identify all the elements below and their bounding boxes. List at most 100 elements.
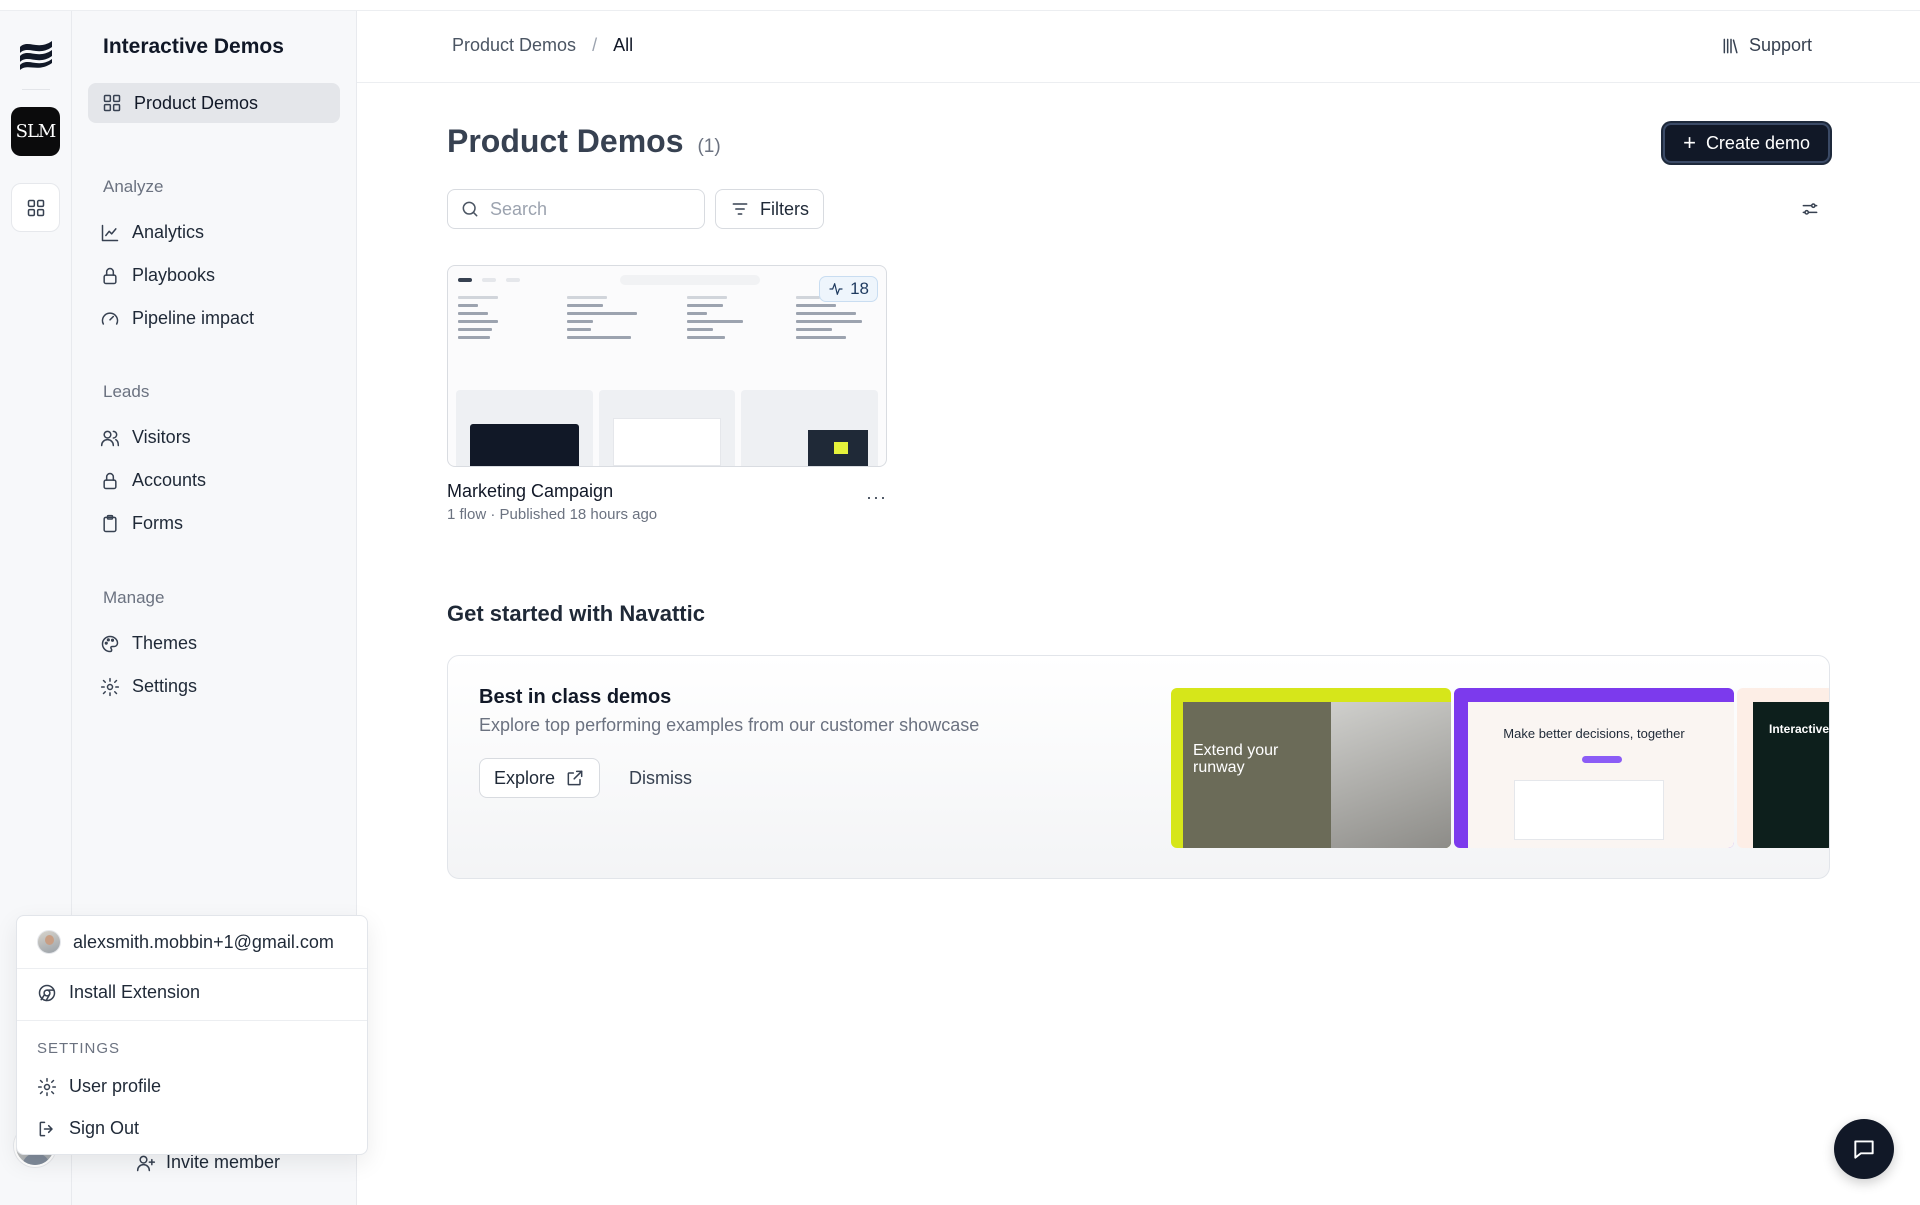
sidebar-item-playbooks[interactable]: Playbooks <box>100 265 215 286</box>
grid-icon <box>102 93 122 113</box>
sidebar-section-analyze: Analyze <box>103 177 164 196</box>
page-title: Product Demos (1) <box>447 123 721 160</box>
sign-out-label: Sign Out <box>69 1118 140 1138</box>
invite-member-button[interactable]: Invite member <box>136 1152 280 1173</box>
search-input[interactable] <box>490 198 690 220</box>
gear-icon <box>37 1077 57 1097</box>
showcase-pill <box>1582 756 1622 763</box>
lock-icon <box>100 266 120 286</box>
showcase-item[interactable]: Make better decisions, together <box>1454 688 1734 848</box>
palette-icon <box>100 634 120 654</box>
demo-card[interactable]: 18 Marketing Campaign 1 flow · Published… <box>447 265 887 523</box>
sidebar-item-label: Accounts <box>132 470 207 490</box>
install-extension-item[interactable]: Install Extension <box>37 982 200 1003</box>
sidebar-item-accounts[interactable]: Accounts <box>100 470 206 491</box>
chat-button[interactable] <box>1834 1119 1894 1179</box>
sidebar-section-leads: Leads <box>103 382 150 401</box>
showcase-headline: Make better decisions, together <box>1503 726 1685 741</box>
view-settings-icon[interactable] <box>1800 199 1820 219</box>
user-plus-icon <box>136 1153 156 1173</box>
demo-thumbnail[interactable]: 18 <box>447 265 887 467</box>
avatar <box>37 930 61 954</box>
thumbnail-columns <box>458 296 876 344</box>
sidebar-item-settings[interactable]: Settings <box>100 676 197 697</box>
sign-out-icon <box>37 1119 57 1139</box>
sidebar-item-label: Settings <box>132 676 198 696</box>
explore-button[interactable]: Explore <box>479 758 601 798</box>
account-email-row: alexsmith.mobbin+1@gmail.com <box>37 930 334 954</box>
breadcrumb-current: All <box>613 35 634 55</box>
filters-label: Filters <box>760 198 809 219</box>
account-menu: alexsmith.mobbin+1@gmail.com Install Ext… <box>16 915 368 1155</box>
grid-icon <box>26 198 46 218</box>
showcase-headline: Interactive <box>1769 722 1830 736</box>
get-started-card-subtitle: Explore top performing examples from our… <box>479 715 980 735</box>
sidebar-item-label: Analytics <box>132 222 205 242</box>
invite-member-label: Invite member <box>166 1152 281 1172</box>
activity-badge: 18 <box>819 276 878 302</box>
sign-out-item[interactable]: Sign Out <box>37 1118 139 1139</box>
lock-icon <box>100 471 120 491</box>
plus-icon: + <box>1683 130 1696 155</box>
filter-icon <box>730 199 750 219</box>
sidebar-item-label: Pipeline impact <box>132 308 255 328</box>
sidebar-item-label: Product Demos <box>134 92 259 113</box>
sidebar-item-pipeline-impact[interactable]: Pipeline impact <box>100 308 254 329</box>
sidebar-item-label: Forms <box>132 513 183 533</box>
gear-icon <box>100 677 120 697</box>
user-profile-item[interactable]: User profile <box>37 1076 161 1097</box>
demo-name[interactable]: Marketing Campaign <box>447 481 887 502</box>
apps-grid-icon[interactable] <box>11 183 60 232</box>
demo-meta: 1 flow · Published 18 hours ago <box>447 506 658 523</box>
sidebar-item-label: Visitors <box>132 427 191 447</box>
gauge-icon <box>100 309 120 329</box>
sidebar-item-product-demos[interactable]: Product Demos <box>88 83 340 123</box>
search-field[interactable] <box>447 189 705 229</box>
library-icon <box>1721 36 1741 56</box>
sidebar-item-forms[interactable]: Forms <box>100 513 183 534</box>
get-started-card-title: Best in class demos <box>479 686 672 708</box>
more-options-icon[interactable]: ··· <box>866 487 887 508</box>
breadcrumb-root[interactable]: Product Demos <box>452 35 576 56</box>
create-demo-button[interactable]: + Create demo <box>1663 123 1830 163</box>
showcase-item[interactable]: Interactive <box>1737 688 1830 848</box>
demo-count: (1) <box>697 136 721 157</box>
menu-divider <box>17 1020 367 1021</box>
sidebar-item-themes[interactable]: Themes <box>100 633 197 654</box>
app-root: SLM Interactive Demos Product Demos Anal… <box>0 10 1920 1205</box>
sidebar-title: Interactive Demos <box>103 35 284 58</box>
chrome-icon <box>37 983 57 1003</box>
thumbnail-tiles <box>456 390 879 466</box>
search-icon <box>460 199 480 219</box>
install-extension-label: Install Extension <box>69 982 201 1002</box>
workspace-initials: SLM <box>15 121 57 142</box>
support-label: Support <box>1748 35 1812 55</box>
menu-section-settings: SETTINGS <box>37 1040 121 1057</box>
activity-count: 18 <box>850 279 869 298</box>
sidebar-item-visitors[interactable]: Visitors <box>100 427 191 448</box>
sidebar-section-manage: Manage <box>103 588 165 607</box>
users-icon <box>100 428 120 448</box>
showcase-table <box>1514 780 1664 840</box>
breadcrumb-separator: / <box>592 35 598 55</box>
showcase-item[interactable]: Extend your runway <box>1171 688 1451 848</box>
chat-icon <box>1851 1136 1877 1162</box>
sidebar-item-analytics[interactable]: Analytics <box>100 222 204 243</box>
filters-button[interactable]: Filters <box>715 189 824 229</box>
dismiss-button[interactable]: Dismiss <box>629 768 692 789</box>
get-started-card: Best in class demos Explore top performi… <box>447 655 1830 879</box>
breadcrumb: Product Demos / All <box>452 35 633 56</box>
get-started-title: Get started with Navattic <box>447 601 705 626</box>
clipboard-icon <box>100 514 120 534</box>
page-title-text: Product Demos <box>447 123 684 159</box>
thumbnail-nav <box>458 274 876 286</box>
user-profile-label: User profile <box>69 1076 162 1096</box>
sidebar-item-label: Playbooks <box>132 265 216 285</box>
create-demo-label: Create demo <box>1705 132 1810 153</box>
account-email: alexsmith.mobbin+1@gmail.com <box>73 931 334 952</box>
support-link[interactable]: Support <box>1721 35 1812 56</box>
workspace-switcher[interactable]: SLM <box>11 107 60 156</box>
showcase-image <box>1331 702 1451 848</box>
activity-icon <box>828 281 844 297</box>
navattic-logo-icon[interactable] <box>14 33 58 77</box>
